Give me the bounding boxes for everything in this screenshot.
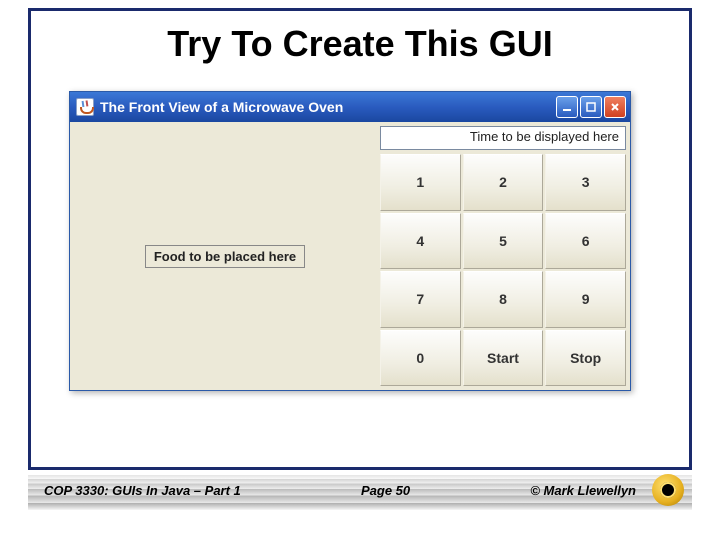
- footer-page: Page 50: [241, 483, 531, 498]
- key-1[interactable]: 1: [380, 154, 461, 211]
- key-0[interactable]: 0: [380, 330, 461, 387]
- window-client-area: Food to be placed here Time to be displa…: [70, 122, 630, 390]
- maximize-button[interactable]: [580, 96, 602, 118]
- window-title: The Front View of a Microwave Oven: [100, 99, 556, 115]
- key-9[interactable]: 9: [545, 271, 626, 328]
- ucf-logo-icon: [652, 474, 684, 506]
- key-7[interactable]: 7: [380, 271, 461, 328]
- app-window: The Front View of a Microwave Oven Food …: [69, 91, 631, 391]
- control-panel: Time to be displayed here 1 2 3 4 5 6 7 …: [378, 124, 628, 388]
- slide-frame: Try To Create This GUI The Front View of…: [28, 8, 692, 470]
- footer-course: COP 3330: GUIs In Java – Part 1: [44, 483, 241, 498]
- titlebar[interactable]: The Front View of a Microwave Oven: [70, 92, 630, 122]
- slide-footer: COP 3330: GUIs In Java – Part 1 Page 50 …: [28, 468, 692, 510]
- keypad: 1 2 3 4 5 6 7 8 9 0 Start Stop: [378, 154, 628, 388]
- window-controls: [556, 96, 626, 118]
- key-stop[interactable]: Stop: [545, 330, 626, 387]
- close-button[interactable]: [604, 96, 626, 118]
- key-3[interactable]: 3: [545, 154, 626, 211]
- key-6[interactable]: 6: [545, 213, 626, 270]
- slide-title: Try To Create This GUI: [31, 11, 689, 73]
- minimize-button[interactable]: [556, 96, 578, 118]
- time-display[interactable]: Time to be displayed here: [380, 126, 626, 150]
- key-2[interactable]: 2: [463, 154, 544, 211]
- java-icon: [76, 98, 94, 116]
- key-8[interactable]: 8: [463, 271, 544, 328]
- food-panel: Food to be placed here: [72, 124, 378, 388]
- key-start[interactable]: Start: [463, 330, 544, 387]
- footer-copyright: © Mark Llewellyn: [530, 483, 636, 498]
- key-4[interactable]: 4: [380, 213, 461, 270]
- food-label: Food to be placed here: [145, 245, 305, 268]
- key-5[interactable]: 5: [463, 213, 544, 270]
